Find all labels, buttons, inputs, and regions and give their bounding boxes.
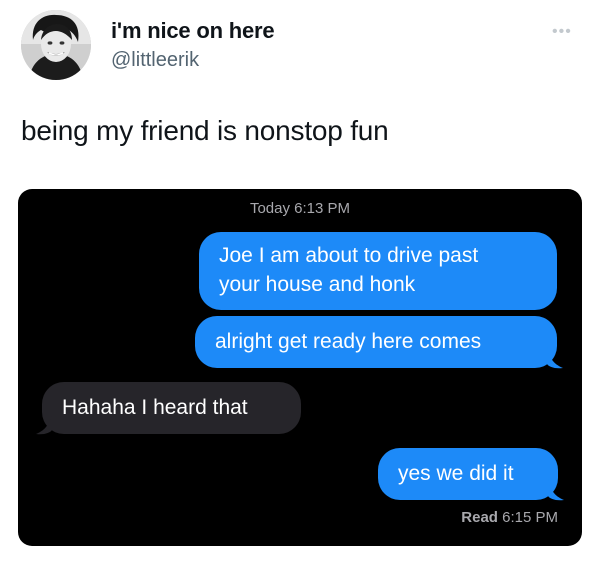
tweet-header: i'm nice on here @littleerik ••• [21,10,581,80]
user-handle[interactable]: @littleerik [111,49,199,72]
timestamp-day: Today [249,200,290,217]
bubble-tail-icon [36,413,52,435]
bubble-tail-icon [548,479,564,501]
message-line: your house and honk [219,273,416,296]
read-label: Read [461,509,498,526]
avatar-image [21,10,91,80]
message-screenshot: Today 6:13 PM Joe I am about to drive pa… [18,189,582,546]
outgoing-message-bubble[interactable]: Joe I am about to drive past your house … [199,232,557,310]
outgoing-message-bubble[interactable]: yes we did it [378,448,564,501]
more-horizontal-icon[interactable]: ••• [552,23,572,41]
outgoing-message-bubble[interactable]: alright get ready here comes [195,316,563,369]
message-line: yes we did it [398,462,514,485]
message-line: alright get ready here comes [215,330,482,353]
read-receipt: Read 6:15 PM [18,509,558,526]
incoming-message-bubble[interactable]: Hahaha I heard that [36,382,301,435]
timestamp-time: 6:13 PM [294,200,351,217]
display-name[interactable]: i'm nice on here [111,18,275,44]
conversation-timestamp: Today 6:13 PM [18,200,582,217]
message-line: Hahaha I heard that [62,396,248,419]
read-time: 6:15 PM [502,509,558,526]
tweet-text: being my friend is nonstop fun [21,115,389,146]
avatar[interactable] [21,10,91,80]
message-line: Joe I am about to drive past [219,244,479,267]
bubble-tail-icon [547,347,563,369]
